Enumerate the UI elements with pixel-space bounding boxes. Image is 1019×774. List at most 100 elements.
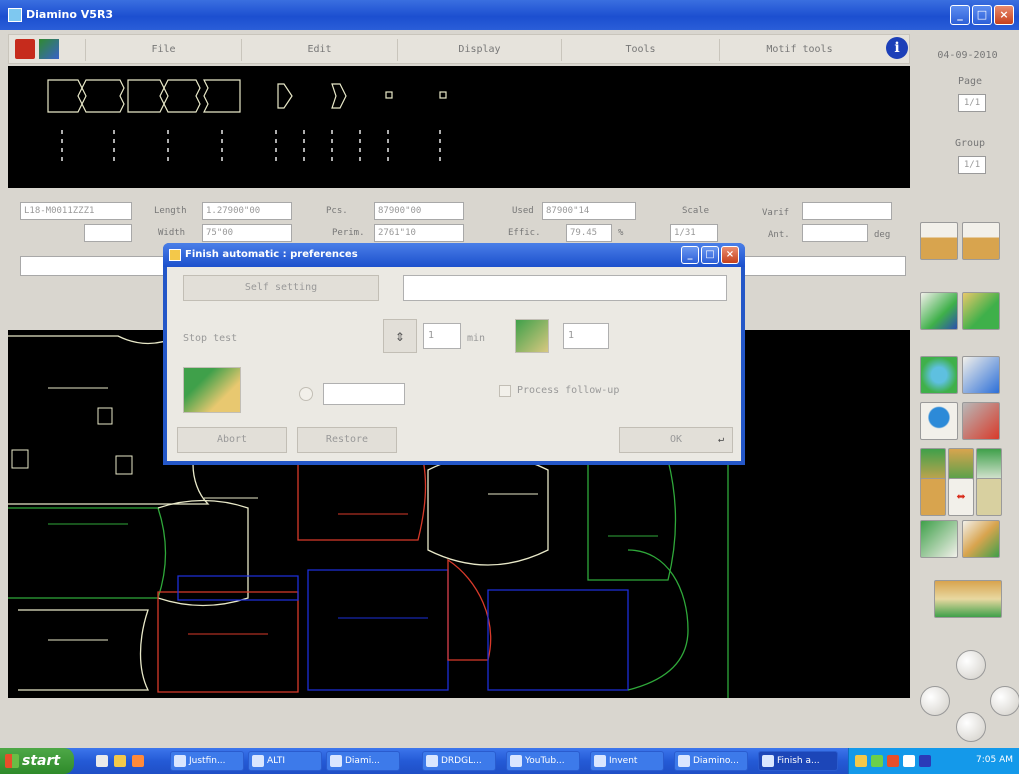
tray-app-icon[interactable] bbox=[919, 755, 931, 767]
piece-count-icon[interactable] bbox=[515, 319, 549, 353]
menu-motif-tools[interactable]: Motif tools bbox=[719, 39, 879, 61]
quicklaunch-ie-icon[interactable] bbox=[96, 755, 108, 767]
dialog-app-icon bbox=[169, 249, 181, 261]
effic-field[interactable]: 79.45 bbox=[566, 224, 612, 242]
taskbar-item[interactable]: DRDGL... bbox=[422, 751, 496, 771]
length-field[interactable]: 1.27900"00 bbox=[202, 202, 292, 220]
scroll-right-button[interactable] bbox=[990, 686, 1019, 716]
flip-piece-icon[interactable] bbox=[962, 356, 1000, 394]
group-label: Group bbox=[954, 138, 986, 149]
tray-alert-icon[interactable] bbox=[887, 755, 899, 767]
width-field[interactable]: 75"00 bbox=[202, 224, 292, 242]
menu-edit[interactable]: Edit bbox=[241, 39, 397, 61]
model-name-field[interactable]: L18-M0011ZZZ1 bbox=[20, 202, 132, 220]
menu-tools[interactable]: Tools bbox=[561, 39, 719, 61]
minimize-button[interactable]: _ bbox=[950, 5, 970, 25]
task-app-icon bbox=[762, 755, 774, 767]
menu-file[interactable]: File bbox=[85, 39, 241, 61]
pcs-field[interactable]: 87900"00 bbox=[374, 202, 464, 220]
time-toggle-icon[interactable]: ⇕ bbox=[383, 319, 417, 353]
pack-left-icon[interactable] bbox=[920, 478, 946, 516]
placement-mode-icon[interactable] bbox=[183, 367, 241, 413]
model-size-field[interactable] bbox=[84, 224, 132, 242]
tray-network-icon[interactable] bbox=[855, 755, 867, 767]
perim-field[interactable]: 2761"10 bbox=[374, 224, 464, 242]
dialog-titlebar: Finish automatic : preferences _ □ × bbox=[163, 243, 745, 267]
info-icon[interactable]: i bbox=[886, 37, 908, 59]
varif-field[interactable] bbox=[802, 202, 892, 220]
close-button[interactable]: × bbox=[994, 5, 1014, 25]
pcs-label: Pcs. bbox=[326, 206, 348, 216]
taskbar-item[interactable]: Diamino... bbox=[674, 751, 748, 771]
start-label: start bbox=[22, 753, 61, 769]
extra-field[interactable] bbox=[323, 383, 405, 405]
taskbar-item[interactable]: YouTub... bbox=[506, 751, 580, 771]
slide-piece-icon[interactable] bbox=[962, 292, 1000, 330]
windows-flag-icon bbox=[5, 754, 19, 768]
app-icon bbox=[8, 8, 22, 22]
varif-label: Varif bbox=[762, 208, 790, 218]
tray-volume-icon[interactable] bbox=[903, 755, 915, 767]
ant-label: Ant. bbox=[768, 230, 790, 240]
width-label: Width bbox=[158, 228, 186, 238]
canvas-bottom-strip bbox=[8, 698, 910, 744]
dialog-maximize-button[interactable]: □ bbox=[701, 246, 719, 264]
self-setting-field[interactable] bbox=[403, 275, 727, 301]
min-field[interactable]: 1 bbox=[423, 323, 461, 349]
zoom-icon[interactable] bbox=[920, 402, 958, 440]
taskbar-item[interactable]: Diami... bbox=[326, 751, 400, 771]
maximize-button[interactable]: □ bbox=[972, 5, 992, 25]
task-app-icon bbox=[678, 755, 690, 767]
effic-unit: % bbox=[618, 228, 624, 238]
taskbar-item[interactable]: ALTI bbox=[248, 751, 322, 771]
piece-count-field[interactable]: 1 bbox=[563, 323, 609, 349]
quicklaunch-folder-icon[interactable] bbox=[114, 755, 126, 767]
diamino-logo-icon[interactable] bbox=[39, 39, 59, 59]
place-piece-down-icon[interactable] bbox=[962, 222, 1000, 260]
eraser-icon[interactable] bbox=[962, 402, 1000, 440]
dialog-close-button[interactable]: × bbox=[721, 246, 739, 264]
taskbar-item[interactable]: Invent bbox=[590, 751, 664, 771]
start-button[interactable]: start bbox=[0, 748, 74, 774]
taskbar-item[interactable]: Justfin... bbox=[170, 751, 244, 771]
page-field[interactable]: 1/1 bbox=[958, 94, 986, 112]
scroll-down-button[interactable] bbox=[956, 712, 986, 742]
used-field[interactable]: 87900"14 bbox=[542, 202, 636, 220]
ant-field[interactable] bbox=[802, 224, 868, 242]
effic-label: Effic. bbox=[508, 228, 541, 238]
scale-label: Scale bbox=[682, 206, 710, 216]
pack-right-icon[interactable] bbox=[976, 478, 1002, 516]
move-piece-icon[interactable] bbox=[920, 292, 958, 330]
piece-preview-area[interactable] bbox=[8, 66, 910, 188]
scale-field[interactable]: 1/31 bbox=[670, 224, 718, 242]
finish-automatic-icon[interactable] bbox=[934, 580, 1002, 618]
abort-button[interactable]: Abort bbox=[177, 427, 287, 453]
group-field[interactable]: 1/1 bbox=[958, 156, 986, 174]
quicklaunch-media-icon[interactable] bbox=[132, 755, 144, 767]
menu-bar: File Edit Display Tools Motif tools i bbox=[8, 34, 910, 64]
clock: 7:05 AM bbox=[976, 755, 1013, 765]
rotate-piece-icon[interactable] bbox=[920, 356, 958, 394]
dialog-title: Finish automatic : preferences bbox=[185, 249, 358, 260]
dialog-minimize-button[interactable]: _ bbox=[681, 246, 699, 264]
piece-preview-drawing bbox=[47, 79, 447, 166]
ok-button[interactable]: OK ↵ bbox=[619, 427, 733, 453]
enter-arrow-icon: ↵ bbox=[717, 434, 724, 445]
swap-arrows-icon[interactable]: ⬌ bbox=[948, 478, 974, 516]
place-piece-up-icon[interactable] bbox=[920, 222, 958, 260]
scroll-up-button[interactable] bbox=[956, 650, 986, 680]
lectra-logo-icon[interactable] bbox=[15, 39, 35, 59]
tray-security-icon[interactable] bbox=[871, 755, 883, 767]
scroll-left-button[interactable] bbox=[920, 686, 950, 716]
process-followup-checkbox[interactable] bbox=[499, 385, 511, 397]
taskbar-item-active[interactable]: Finish a... bbox=[758, 751, 838, 771]
self-setting-button[interactable]: Self setting bbox=[183, 275, 379, 301]
menu-display[interactable]: Display bbox=[397, 39, 561, 61]
page-label: Page bbox=[957, 76, 983, 87]
spread-icon[interactable] bbox=[920, 520, 958, 558]
perim-label: Perim. bbox=[332, 228, 365, 238]
extra-radio[interactable] bbox=[299, 387, 313, 401]
restore-button[interactable]: Restore bbox=[297, 427, 397, 453]
task-app-icon bbox=[330, 755, 342, 767]
nest-icon[interactable] bbox=[962, 520, 1000, 558]
